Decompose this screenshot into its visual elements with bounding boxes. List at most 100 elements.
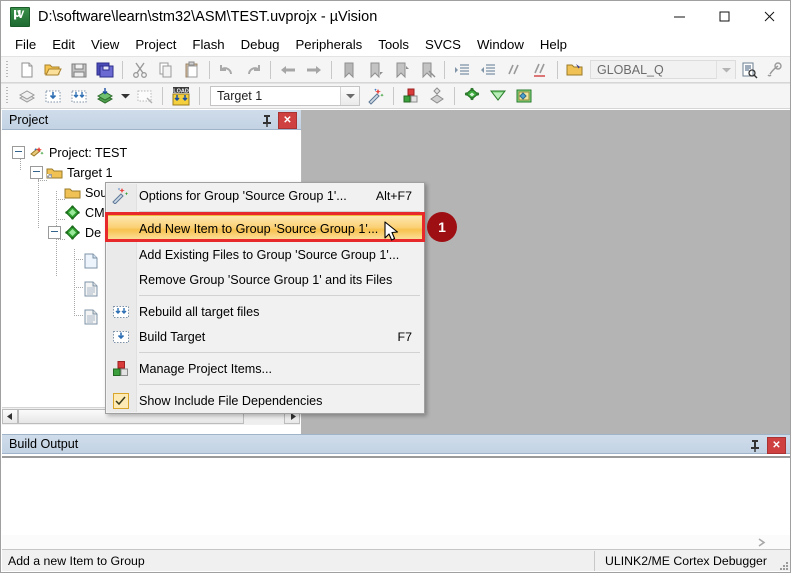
menu-item-rebuild-all[interactable]: Rebuild all target files bbox=[106, 299, 424, 324]
target-select[interactable]: Target 1 bbox=[210, 86, 360, 106]
open-file-icon[interactable] bbox=[41, 59, 65, 81]
stop-build-icon[interactable] bbox=[133, 85, 157, 107]
manage-run-time-environment-icon[interactable] bbox=[425, 85, 449, 107]
rebuild-icon[interactable] bbox=[67, 85, 91, 107]
menu-item-label: Manage Project Items... bbox=[139, 361, 272, 376]
navigate-forward-icon[interactable] bbox=[302, 59, 326, 81]
save-all-icon[interactable] bbox=[93, 59, 117, 81]
build-output-hscrollbar[interactable] bbox=[2, 535, 790, 550]
checked-checkbox-icon[interactable] bbox=[106, 388, 135, 413]
minimize-button[interactable] bbox=[657, 1, 702, 32]
resize-grip-icon[interactable] bbox=[777, 551, 790, 571]
bookmark-prev-icon[interactable] bbox=[363, 59, 387, 81]
configure-flash-tools-icon[interactable] bbox=[512, 85, 536, 107]
menu-item-add-new-item[interactable]: Add New Item to Group 'Source Group 1'..… bbox=[106, 215, 424, 242]
toolbar-separator bbox=[162, 87, 163, 105]
save-icon[interactable] bbox=[67, 59, 91, 81]
menu-item-build-target[interactable]: Build Target F7 bbox=[106, 324, 424, 349]
menu-bar: File Edit View Project Flash Debug Perip… bbox=[1, 32, 790, 56]
indent-icon[interactable] bbox=[450, 59, 474, 81]
scroll-left-arrow-icon[interactable] bbox=[2, 409, 18, 424]
undo-icon[interactable] bbox=[215, 59, 239, 81]
menu-flash[interactable]: Flash bbox=[184, 34, 232, 55]
batch-build-dropdown-icon[interactable] bbox=[119, 85, 131, 107]
target-options-icon[interactable] bbox=[364, 85, 388, 107]
tree-item-file[interactable] bbox=[82, 307, 103, 326]
toolbar-grip[interactable] bbox=[4, 87, 11, 105]
menu-item-accel: F7 bbox=[397, 329, 412, 344]
build-output-pane: Build Output ✕ bbox=[2, 434, 790, 550]
new-file-icon[interactable] bbox=[15, 59, 39, 81]
comment-icon[interactable] bbox=[502, 59, 526, 81]
search-input[interactable]: GLOBAL_Q bbox=[590, 60, 736, 79]
cut-icon[interactable] bbox=[128, 59, 152, 81]
menu-peripherals[interactable]: Peripherals bbox=[288, 34, 371, 55]
menu-item-options-for-group[interactable]: Options for Group 'Source Group 1'... Al… bbox=[106, 183, 424, 208]
batch-build-icon[interactable] bbox=[93, 85, 117, 107]
uvision-logo-icon bbox=[10, 6, 30, 27]
tree-item-project[interactable]: Project: TEST bbox=[12, 143, 127, 162]
pin-icon[interactable] bbox=[747, 437, 763, 453]
no-icon bbox=[106, 242, 135, 267]
chevron-down-icon[interactable] bbox=[716, 61, 735, 79]
tree-item-file[interactable] bbox=[82, 279, 103, 298]
maximize-button[interactable] bbox=[702, 1, 747, 32]
copy-icon[interactable] bbox=[154, 59, 178, 81]
bookmark-toggle-icon[interactable] bbox=[337, 59, 361, 81]
menu-item-show-include-dependencies[interactable]: Show Include File Dependencies bbox=[106, 388, 424, 413]
tree-item-target[interactable]: Target 1 bbox=[30, 163, 113, 182]
bookmark-clear-icon[interactable] bbox=[415, 59, 439, 81]
bookmark-next-icon[interactable] bbox=[389, 59, 413, 81]
close-button[interactable] bbox=[747, 1, 790, 32]
status-message: Add a new Item to Group bbox=[8, 553, 145, 568]
expander-collapse-icon[interactable] bbox=[30, 166, 43, 179]
build-icon bbox=[106, 324, 135, 349]
outdent-icon[interactable] bbox=[476, 59, 500, 81]
select-software-packs-icon[interactable] bbox=[486, 85, 510, 107]
close-icon[interactable]: ✕ bbox=[278, 112, 297, 129]
uncomment-icon[interactable] bbox=[528, 59, 552, 81]
title-bar: D:\software\learn\stm32\ASM\TEST.uvprojx… bbox=[1, 1, 790, 32]
menu-edit[interactable]: Edit bbox=[44, 34, 83, 55]
main-toolbar: GLOBAL_Q d bbox=[1, 56, 790, 83]
window-controls bbox=[657, 1, 790, 32]
menu-item-label: Add New Item to Group 'Source Group 1'..… bbox=[139, 221, 379, 236]
toolbar-grip[interactable] bbox=[4, 60, 11, 79]
toolbar-separator bbox=[393, 87, 394, 105]
manage-project-items-icon[interactable] bbox=[399, 85, 423, 107]
tree-item-cmsis[interactable]: CM bbox=[64, 203, 105, 222]
close-icon[interactable]: ✕ bbox=[767, 437, 786, 454]
tree-item-device[interactable]: De bbox=[48, 223, 101, 242]
menu-item-accel: Alt+F7 bbox=[375, 188, 412, 203]
menu-debug[interactable]: Debug bbox=[233, 34, 288, 55]
build-icon[interactable] bbox=[41, 85, 65, 107]
find-icon[interactable] bbox=[763, 59, 787, 81]
browse-icon[interactable] bbox=[563, 59, 587, 81]
menu-item-manage-project-items[interactable]: Manage Project Items... bbox=[106, 356, 424, 381]
navigate-back-icon[interactable] bbox=[276, 59, 300, 81]
tree-item-file[interactable] bbox=[82, 251, 103, 270]
pack-installer-icon[interactable] bbox=[460, 85, 484, 107]
expander-collapse-icon[interactable] bbox=[12, 146, 25, 159]
menu-window[interactable]: Window bbox=[469, 34, 532, 55]
menu-tools[interactable]: Tools bbox=[370, 34, 417, 55]
paste-icon[interactable] bbox=[180, 59, 204, 81]
menu-file[interactable]: File bbox=[7, 34, 44, 55]
build-output-text[interactable] bbox=[2, 456, 790, 534]
menu-separator bbox=[139, 295, 420, 296]
chevron-down-icon[interactable] bbox=[340, 87, 359, 105]
menu-help[interactable]: Help bbox=[532, 34, 575, 55]
tree-item-label: Target 1 bbox=[67, 165, 113, 180]
menu-view[interactable]: View bbox=[83, 34, 127, 55]
expander-collapse-icon[interactable] bbox=[48, 226, 61, 239]
menu-project[interactable]: Project bbox=[127, 34, 184, 55]
menu-svcs[interactable]: SVCS bbox=[417, 34, 469, 55]
load-icon[interactable]: LOAD bbox=[168, 85, 194, 107]
pin-icon[interactable] bbox=[259, 112, 275, 128]
menu-item-remove-group[interactable]: Remove Group 'Source Group 1' and its Fi… bbox=[106, 267, 424, 292]
redo-icon[interactable] bbox=[241, 59, 265, 81]
menu-item-add-existing-files[interactable]: Add Existing Files to Group 'Source Grou… bbox=[106, 242, 424, 267]
find-in-files-icon[interactable] bbox=[737, 59, 761, 81]
translate-icon[interactable] bbox=[15, 85, 39, 107]
menu-separator bbox=[139, 352, 420, 353]
